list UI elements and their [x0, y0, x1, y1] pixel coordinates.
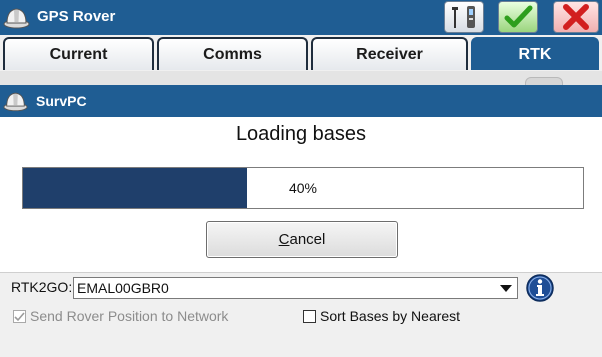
dropdown-arrow-icon[interactable]: [497, 279, 515, 297]
sort-bases-label: Sort Bases by Nearest: [320, 308, 461, 324]
source-label: RTK2GO:: [11, 279, 73, 295]
gps-rover-window: GPS Rover Current Comms Receiver RTK Sur…: [0, 0, 602, 357]
mountpoint-select[interactable]: EMAL00GBR0: [73, 277, 518, 299]
window-title: GPS Rover: [37, 8, 116, 25]
tab-rtk[interactable]: RTK: [471, 37, 599, 70]
send-position-label: Send Rover Position to Network: [30, 308, 229, 324]
close-button[interactable]: [553, 1, 599, 33]
tab-content-strip: [0, 71, 602, 87]
hardhat-icon: [3, 92, 28, 112]
sort-bases-checkbox[interactable]: [303, 310, 316, 323]
instrument-icon: [452, 6, 475, 28]
cancel-accelerator: C: [278, 231, 290, 248]
info-icon[interactable]: [524, 273, 556, 303]
progress-bar: 40%: [22, 167, 584, 209]
ok-button[interactable]: [498, 1, 538, 33]
tab-receiver[interactable]: Receiver: [311, 37, 468, 70]
instrument-button[interactable]: [444, 1, 484, 33]
title-bar: GPS Rover: [0, 0, 602, 35]
tab-current[interactable]: Current: [3, 37, 154, 70]
hardhat-icon: [3, 8, 30, 29]
dialog-title-bar: SurvPC: [0, 85, 602, 117]
dialog-heading: Loading bases: [235, 123, 367, 145]
tab-comms[interactable]: Comms: [157, 37, 308, 70]
loading-dialog: Loading bases 40% Cancel: [0, 117, 602, 272]
tab-bar: Current Comms Receiver RTK: [0, 35, 602, 71]
dialog-title: SurvPC: [36, 93, 87, 109]
cancel-label-rest: ancel: [289, 231, 326, 248]
mountpoint-value: EMAL00GBR0: [77, 280, 169, 296]
progress-label: 40%: [288, 180, 318, 196]
x-icon: [563, 4, 589, 30]
divider: [0, 272, 602, 273]
checkmark-icon: [504, 5, 533, 28]
cancel-button[interactable]: Cancel: [206, 221, 398, 258]
send-position-checkbox[interactable]: [13, 310, 26, 323]
checkmark-icon: [14, 312, 25, 322]
